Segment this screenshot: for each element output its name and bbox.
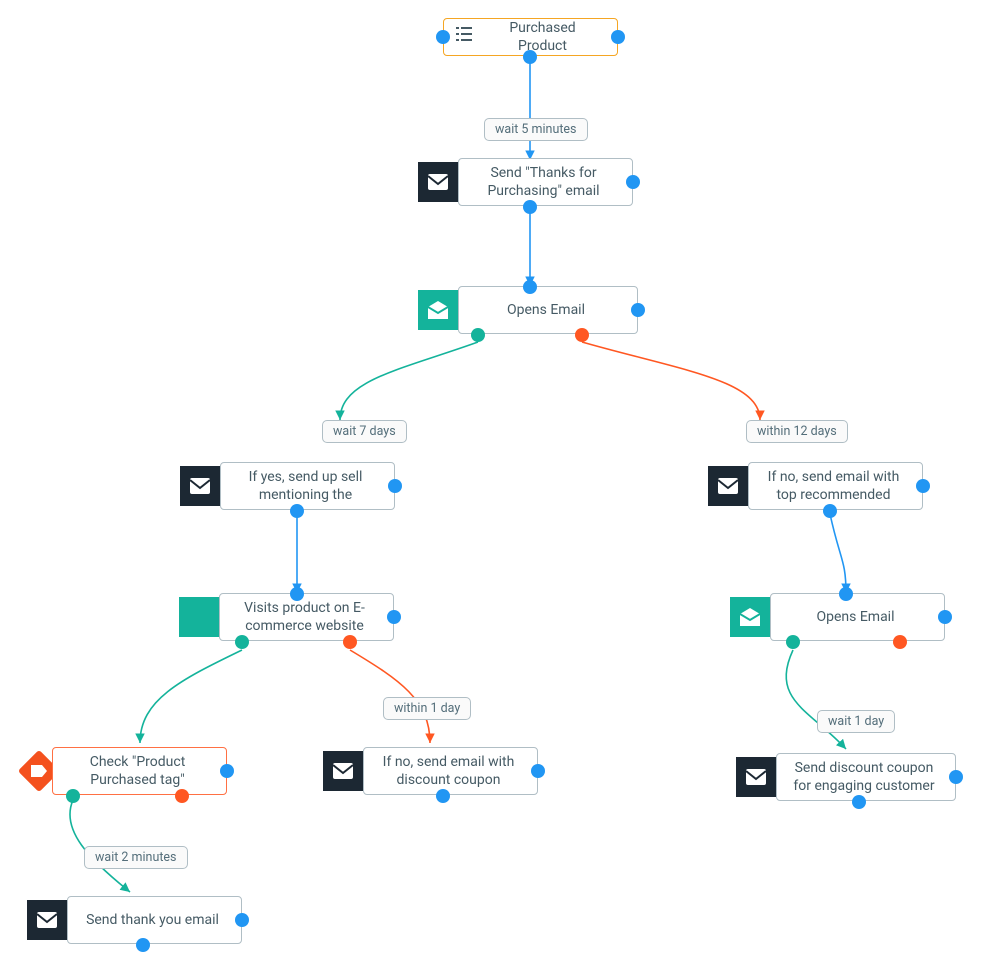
port-right[interactable] <box>626 175 640 189</box>
port-no[interactable] <box>343 635 357 649</box>
port-right[interactable] <box>938 610 952 624</box>
port-yes[interactable] <box>786 635 800 649</box>
port-yes[interactable] <box>471 328 485 342</box>
port-no[interactable] <box>175 789 189 803</box>
port-top[interactable] <box>523 280 537 294</box>
port-right[interactable] <box>916 479 930 493</box>
node-label: Purchased Product <box>480 17 605 57</box>
port-top[interactable] <box>839 587 853 601</box>
node-engage-email[interactable]: Send discount coupon for engaging custom… <box>776 753 956 801</box>
port-right[interactable] <box>220 764 234 778</box>
open-email-icon <box>418 290 458 330</box>
visit-icon <box>179 597 219 637</box>
open-email-icon <box>730 597 770 637</box>
node-upsell-email[interactable]: If yes, send up sell mentioning the <box>220 462 395 510</box>
node-discount-email[interactable]: If no, send email with discount coupon <box>363 747 538 795</box>
node-label: If no, send email with discount coupon <box>368 751 529 791</box>
port-right[interactable] <box>949 770 963 784</box>
pill-within-12d[interactable]: within 12 days <box>746 420 848 443</box>
list-icon <box>456 27 472 46</box>
node-opens-email-1[interactable]: Opens Email <box>458 286 638 334</box>
node-label: If no, send email with top recommended <box>753 466 914 506</box>
email-icon <box>708 466 748 506</box>
port-bottom[interactable] <box>523 50 537 64</box>
port-yes[interactable] <box>66 789 80 803</box>
port-right[interactable] <box>531 764 545 778</box>
pill-wait-7d[interactable]: wait 7 days <box>322 420 407 443</box>
port-yes[interactable] <box>235 635 249 649</box>
port-right[interactable] <box>388 479 402 493</box>
pill-within-1d[interactable]: within 1 day <box>383 697 471 720</box>
port-right[interactable] <box>611 30 625 44</box>
port-bottom[interactable] <box>823 504 837 518</box>
port-left[interactable] <box>436 30 450 44</box>
node-label: Check "Product Purchased tag" <box>57 751 218 791</box>
node-visits-product[interactable]: Visits product on E-commerce website <box>219 593 394 641</box>
node-opens-email-2[interactable]: Opens Email <box>770 593 945 641</box>
node-label: Opens Email <box>463 299 629 321</box>
pill-wait-1d[interactable]: wait 1 day <box>817 710 895 733</box>
port-top[interactable] <box>290 587 304 601</box>
node-label: Send "Thanks for Purchasing" email <box>463 162 624 202</box>
email-icon <box>736 757 776 797</box>
port-no[interactable] <box>893 635 907 649</box>
port-bottom[interactable] <box>852 795 866 809</box>
node-thank-you-email[interactable]: Send thank you email <box>67 896 242 944</box>
port-bottom[interactable] <box>290 504 304 518</box>
pill-wait-2m[interactable]: wait 2 minutes <box>84 846 188 869</box>
port-bottom[interactable] <box>136 938 150 952</box>
node-label: Send thank you email <box>72 909 233 931</box>
email-icon <box>27 900 67 940</box>
node-check-tag[interactable]: Check "Product Purchased tag" <box>52 747 227 795</box>
port-right[interactable] <box>631 303 645 317</box>
workflow-canvas[interactable]: Purchased Product wait 5 minutes Send "T… <box>0 0 1001 971</box>
node-label: Opens Email <box>775 606 936 628</box>
node-label: Send discount coupon for engaging custom… <box>781 757 947 797</box>
node-recommend-email[interactable]: If no, send email with top recommended <box>748 462 923 510</box>
email-icon <box>323 751 363 791</box>
node-label: Visits product on E-commerce website <box>224 597 385 637</box>
port-no[interactable] <box>575 328 589 342</box>
pill-wait-5m[interactable]: wait 5 minutes <box>484 118 588 141</box>
node-thanks-email[interactable]: Send "Thanks for Purchasing" email <box>458 158 633 206</box>
node-label: If yes, send up sell mentioning the <box>225 466 386 506</box>
port-bottom[interactable] <box>523 200 537 214</box>
port-bottom[interactable] <box>436 789 450 803</box>
port-right[interactable] <box>235 913 249 927</box>
email-icon <box>418 162 458 202</box>
email-icon <box>180 466 220 506</box>
port-right[interactable] <box>387 610 401 624</box>
